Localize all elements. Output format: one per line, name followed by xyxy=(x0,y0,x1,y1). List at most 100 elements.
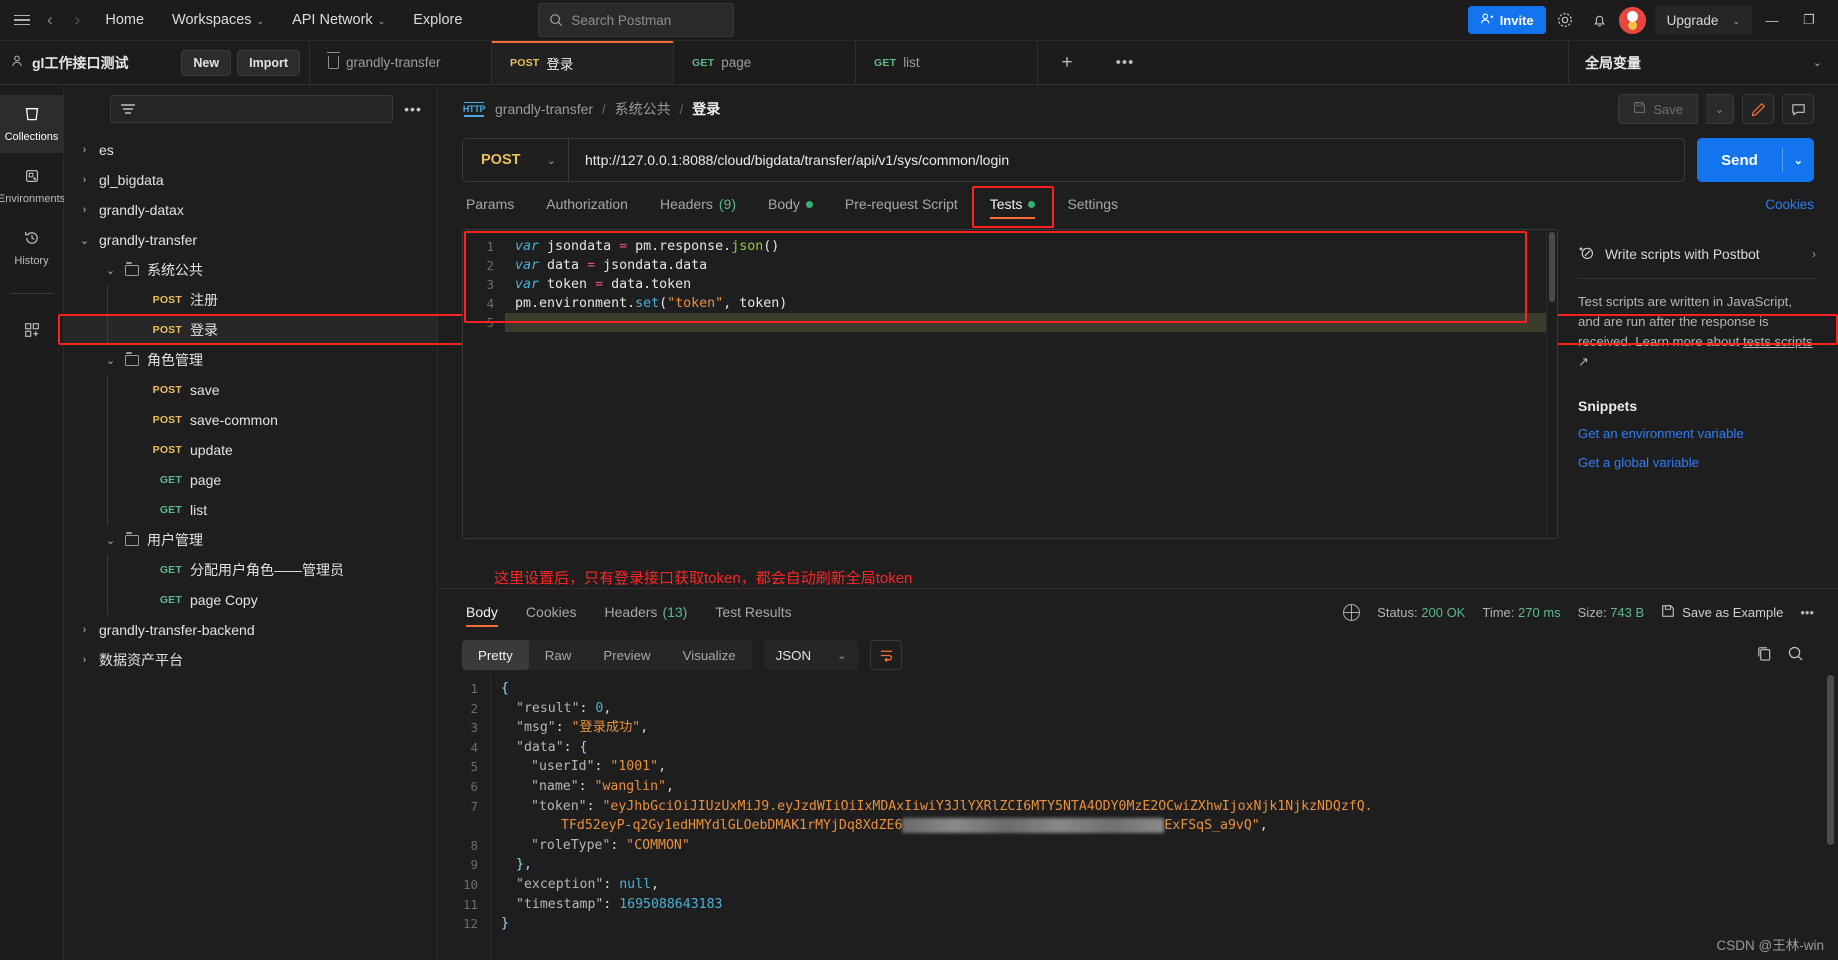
copy-icon[interactable] xyxy=(1756,645,1773,666)
response-tab-body[interactable]: Body xyxy=(462,589,512,635)
url-input[interactable]: http://127.0.0.1:8088/cloud/bigdata/tran… xyxy=(569,152,1009,168)
minimize-button[interactable]: — xyxy=(1755,5,1789,35)
sidebar-more-icon[interactable]: ••• xyxy=(401,101,425,117)
wrap-lines-icon[interactable] xyxy=(870,640,903,670)
chevron-toggle-icon[interactable]: ⌄ xyxy=(78,234,91,247)
view-mode-raw[interactable]: Raw xyxy=(529,640,588,670)
chevron-toggle-icon[interactable]: ⌄ xyxy=(104,264,117,277)
tests-scripts-link[interactable]: tests scripts xyxy=(1743,334,1813,349)
bell-icon[interactable] xyxy=(1584,5,1616,35)
request-tab-body[interactable]: Body xyxy=(752,182,829,226)
tab-list[interactable]: GET list xyxy=(856,41,1038,84)
nav-api-network[interactable]: API Network ⌄ xyxy=(278,12,399,28)
view-mode-visualize[interactable]: Visualize xyxy=(667,640,752,670)
response-more-icon[interactable]: ••• xyxy=(1800,605,1814,620)
rail-item-collections[interactable]: Collections xyxy=(0,95,64,153)
send-button[interactable]: Send ⌄ xyxy=(1697,138,1814,182)
response-scrollbar[interactable] xyxy=(1827,675,1834,845)
view-mode-preview[interactable]: Preview xyxy=(587,640,666,670)
sidebar-request-item[interactable]: GET 分配用户角色——管理员 xyxy=(64,555,437,585)
tab-login[interactable]: POST 登录 xyxy=(492,41,674,84)
tests-code-editor[interactable]: 1 2 3 4 5 var jsondata = pm.response.json() … xyxy=(462,229,1558,539)
rail-item-history[interactable]: History xyxy=(0,219,64,277)
sidebar-folder-item[interactable]: ⌄ 角色管理 xyxy=(64,345,437,375)
invite-button[interactable]: Invite xyxy=(1467,6,1546,34)
sidebar-request-item[interactable]: POST save xyxy=(64,375,437,405)
nav-workspaces[interactable]: Workspaces ⌄ xyxy=(158,12,278,28)
gear-icon[interactable] xyxy=(1549,5,1581,35)
response-body-viewer[interactable]: 1 2 3 4 5 6 7 8 9 10 11 12 {"result": 0, "msg": "登录成… xyxy=(438,675,1838,960)
sidebar-collection-item[interactable]: › grandly-transfer-backend xyxy=(64,615,437,645)
chevron-toggle-icon[interactable]: › xyxy=(78,204,91,216)
upgrade-button[interactable]: Upgrade ⌄ xyxy=(1654,5,1752,35)
save-dropdown-icon[interactable]: ⌄ xyxy=(1706,94,1734,124)
cookies-link[interactable]: Cookies xyxy=(1765,197,1814,212)
hamburger-menu-icon[interactable] xyxy=(10,14,36,26)
response-tab-test-results[interactable]: Test Results xyxy=(701,589,805,635)
chevron-toggle-icon[interactable]: ⌄ xyxy=(104,534,117,547)
restore-button[interactable]: ❐ xyxy=(1792,5,1826,35)
request-tab-settings[interactable]: Settings xyxy=(1051,182,1134,226)
environment-selector[interactable]: 全局变量 ⌄ xyxy=(1568,41,1838,84)
method-selector[interactable]: POST ⌄ xyxy=(463,139,569,181)
request-tab-tests[interactable]: Tests xyxy=(974,182,1052,226)
chevron-toggle-icon[interactable]: › xyxy=(78,174,91,186)
nav-home[interactable]: Home xyxy=(91,12,158,28)
search-input[interactable]: Search Postman xyxy=(538,3,735,37)
tab-grandly-transfer[interactable]: grandly-transfer xyxy=(310,41,492,84)
back-arrow-icon[interactable]: ‹ xyxy=(36,10,64,30)
sidebar-collection-item[interactable]: › grandly-datax xyxy=(64,195,437,225)
request-tab-authorization[interactable]: Authorization xyxy=(530,182,644,226)
rail-item-environments[interactable]: Environments xyxy=(0,157,65,215)
request-tab-headers[interactable]: Headers (9) xyxy=(644,182,752,226)
code-scrollbar[interactable] xyxy=(1546,230,1557,538)
snippet-get-global-variable[interactable]: Get a global variable xyxy=(1578,455,1816,470)
send-dropdown-icon[interactable]: ⌄ xyxy=(1783,154,1814,167)
sidebar-request-item[interactable]: POST 登录 xyxy=(64,315,437,345)
chevron-toggle-icon[interactable]: › xyxy=(78,654,91,666)
sidebar-folder-item[interactable]: ⌄ 系统公共 xyxy=(64,255,437,285)
save-button[interactable]: Save xyxy=(1618,94,1698,124)
response-line-number: 7 xyxy=(470,798,478,814)
sidebar-filter-input[interactable] xyxy=(110,95,393,123)
nav-explore[interactable]: Explore xyxy=(399,12,476,28)
tab-more-button[interactable]: ••• xyxy=(1096,41,1154,84)
sidebar-collection-item[interactable]: ⌄ grandly-transfer xyxy=(64,225,437,255)
sidebar-request-item[interactable]: POST save-common xyxy=(64,405,437,435)
breadcrumb-folder[interactable]: 系统公共 xyxy=(615,99,671,119)
chevron-toggle-icon[interactable]: › xyxy=(78,624,91,636)
forward-arrow-icon[interactable]: › xyxy=(64,10,92,30)
new-button[interactable]: New xyxy=(181,49,232,76)
sidebar-collection-item[interactable]: › es xyxy=(64,135,437,165)
sidebar-item-label: save-common xyxy=(190,412,278,428)
sidebar-request-item[interactable]: GET page Copy xyxy=(64,585,437,615)
view-mode-pretty[interactable]: Pretty xyxy=(462,640,529,670)
search-icon[interactable] xyxy=(1787,645,1804,666)
response-format-selector[interactable]: JSON ⌄ xyxy=(763,640,859,670)
request-tab-pre-request-script[interactable]: Pre-request Script xyxy=(829,182,974,226)
import-button[interactable]: Import xyxy=(237,49,300,76)
sidebar-request-item[interactable]: POST 注册 xyxy=(64,285,437,315)
chevron-toggle-icon[interactable]: › xyxy=(78,144,91,156)
breadcrumb-collection[interactable]: grandly-transfer xyxy=(495,101,593,117)
code-lines[interactable]: var jsondata = pm.response.json() var da… xyxy=(505,230,1546,538)
tab-page[interactable]: GET page xyxy=(674,41,856,84)
postbot-row[interactable]: Write scripts with Postbot › xyxy=(1578,244,1816,264)
snippet-get-environment-variable[interactable]: Get an environment variable xyxy=(1578,426,1816,441)
request-tab-params[interactable]: Params xyxy=(462,182,530,226)
pencil-icon[interactable] xyxy=(1742,94,1774,124)
rail-item-add-apps[interactable] xyxy=(0,302,64,360)
sidebar-request-item[interactable]: GET list xyxy=(64,495,437,525)
chevron-toggle-icon[interactable]: ⌄ xyxy=(104,354,117,367)
comment-icon[interactable] xyxy=(1782,94,1814,124)
sidebar-request-item[interactable]: POST update xyxy=(64,435,437,465)
save-as-example-button[interactable]: Save as Example xyxy=(1661,604,1783,621)
response-tab-headers[interactable]: Headers (13) xyxy=(591,589,702,635)
sidebar-collection-item[interactable]: › 数据资产平台 xyxy=(64,645,437,675)
sidebar-folder-item[interactable]: ⌄ 用户管理 xyxy=(64,525,437,555)
response-tab-cookies[interactable]: Cookies xyxy=(512,589,591,635)
sidebar-request-item[interactable]: GET page xyxy=(64,465,437,495)
sidebar-collection-item[interactable]: › gl_bigdata xyxy=(64,165,437,195)
new-tab-button[interactable]: + xyxy=(1038,41,1096,84)
avatar[interactable] xyxy=(1618,6,1646,34)
